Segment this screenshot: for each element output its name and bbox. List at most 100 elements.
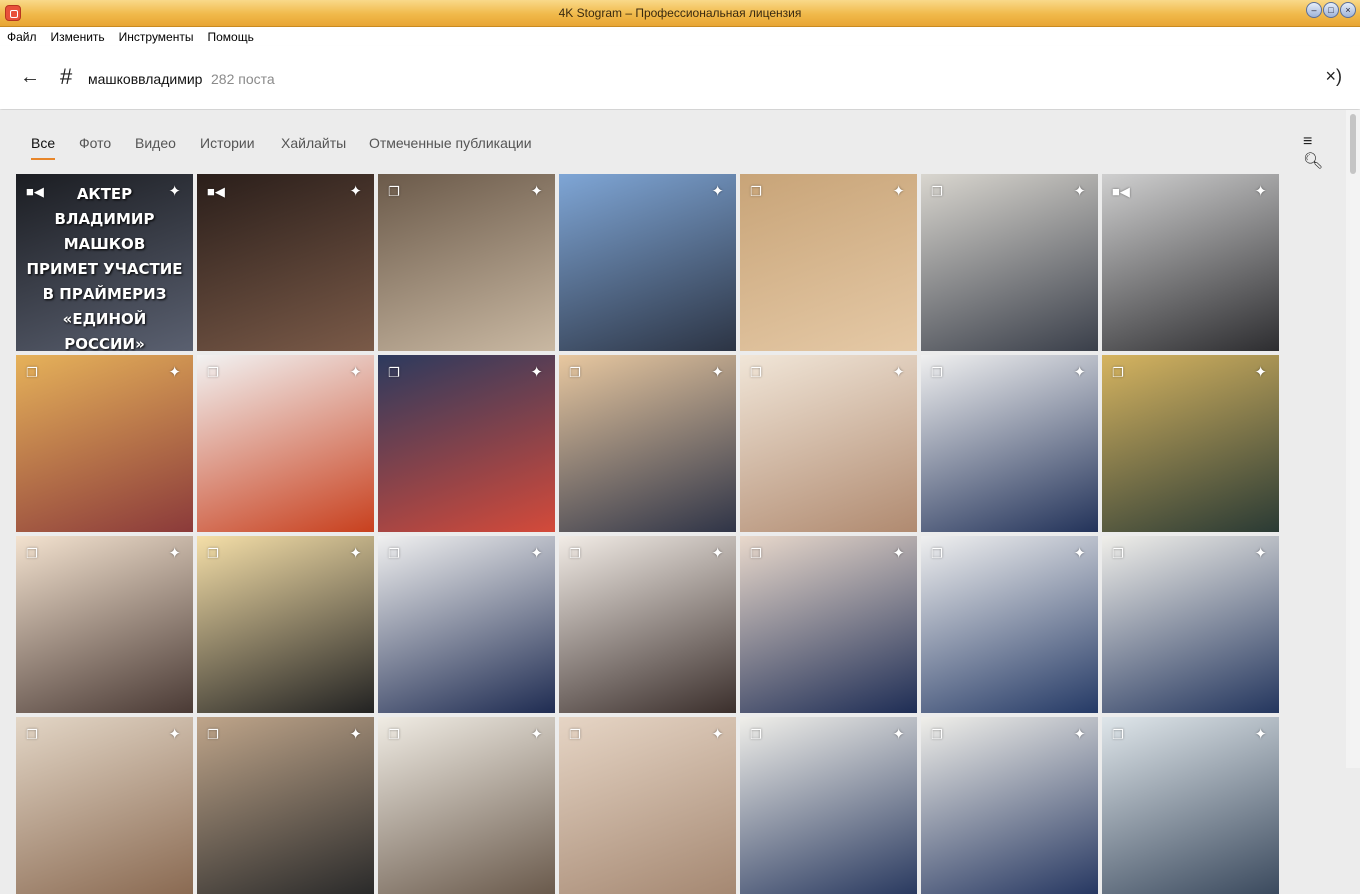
sparkle-icon[interactable]: ✦ [1254,363,1267,381]
post-thumbnail[interactable]: ❐ ✦ [559,355,736,532]
post-thumbnail[interactable]: ❐ ✦ [559,536,736,713]
post-thumbnail[interactable]: ❐ ✦ [197,355,374,532]
sparkle-icon[interactable]: ✦ [1073,725,1086,743]
post-thumbnail[interactable]: ❐ ✦ [378,174,555,351]
sparkle-icon[interactable]: ✦ [1254,544,1267,562]
album-icon: ❐ [569,365,581,380]
sparkle-icon[interactable]: ✦ [892,544,905,562]
close-window-button[interactable]: × [1340,2,1356,18]
active-tab-indicator [31,158,55,160]
sparkle-icon[interactable]: ✦ [1073,363,1086,381]
sparkle-icon[interactable]: ✦ [349,725,362,743]
album-icon: ❐ [931,727,943,742]
sparkle-icon[interactable]: ✦ [711,725,724,743]
post-thumbnail[interactable]: ❐ ✦ [16,355,193,532]
menu-file[interactable]: Файл [0,27,44,46]
post-thumbnail[interactable]: ❐ ✦ [740,536,917,713]
post-thumbnail[interactable]: ❐ ✦ [378,536,555,713]
album-icon: ❐ [388,546,400,561]
post-thumbnail[interactable]: ❐ ✦ [559,717,736,894]
menu-tools[interactable]: Инструменты [112,27,201,46]
window-title: 4K Stogram – Профессиональная лицензия [558,6,802,20]
sparkle-icon[interactable]: ✦ [168,544,181,562]
sparkle-icon[interactable]: ✦ [530,363,543,381]
sparkle-icon[interactable]: ✦ [530,544,543,562]
sparkle-icon[interactable]: ✦ [349,544,362,562]
album-icon: ❐ [750,727,762,742]
sparkle-icon[interactable]: ✦ [1073,544,1086,562]
post-thumbnail[interactable]: ❐ ✦ [921,174,1098,351]
sparkle-icon[interactable]: ✦ [711,544,724,562]
post-thumbnail[interactable]: ❐ ✦ [197,536,374,713]
post-thumbnail[interactable]: ❐ ✦ [921,355,1098,532]
post-thumbnail[interactable]: ❐ ✦ [197,717,374,894]
post-thumbnail[interactable]: ❐ ✦ [378,717,555,894]
album-icon: ❐ [931,546,943,561]
post-thumbnail[interactable]: ■◀ ✦ [197,174,374,351]
album-icon: ❐ [207,727,219,742]
album-icon: ❐ [26,365,38,380]
title-bar: 4K Stogram – Профессиональная лицензия –… [0,0,1360,27]
sparkle-icon[interactable]: ✦ [530,182,543,200]
sparkle-icon[interactable]: ✦ [892,363,905,381]
menu-edit[interactable]: Изменить [44,27,112,46]
back-arrow-icon[interactable]: ← [20,66,42,88]
album-icon: ❐ [1112,727,1124,742]
sparkle-icon[interactable]: ✦ [168,363,181,381]
sparkle-icon[interactable]: ✦ [892,725,905,743]
post-thumbnail[interactable]: ❐ ✦ [921,717,1098,894]
sparkle-icon[interactable]: ✦ [349,363,362,381]
hashtag-name: машковвладимир [88,71,203,87]
tab-stories[interactable]: Истории [200,135,255,151]
post-thumbnail[interactable]: ❐ ✦ [1102,536,1279,713]
sparkle-icon[interactable]: ✦ [1254,182,1267,200]
album-icon: ❐ [1112,365,1124,380]
sparkle-icon[interactable]: ✦ [1254,725,1267,743]
post-thumbnail[interactable]: ❐ ✦ [1102,355,1279,532]
sparkle-icon[interactable]: ✦ [711,182,724,200]
album-icon: ❐ [931,184,943,199]
post-thumbnail[interactable]: ❐ ✦ [740,174,917,351]
filter-search-icon[interactable]: ≡🔍︎ [1303,133,1327,170]
post-thumbnail[interactable]: ■◀ ✦ АКТЕР ВЛАДИМИР МАШКОВ ПРИМЕТ УЧАСТИЕ … [16,174,193,351]
album-icon: ❐ [1112,546,1124,561]
album-icon: ❐ [26,546,38,561]
scrollbar[interactable] [1346,110,1360,768]
album-icon: ❐ [388,184,400,199]
menu-help[interactable]: Помощь [200,27,260,46]
tab-photo[interactable]: Фото [79,135,111,151]
post-thumbnail[interactable]: ❐ ✦ [921,536,1098,713]
post-thumbnail[interactable]: ❐ ✦ [740,355,917,532]
post-thumbnail[interactable]: ❐ ✦ [378,355,555,532]
post-thumbnail[interactable]: ■◀ ✦ [1102,174,1279,351]
minimize-button[interactable]: – [1306,2,1322,18]
sparkle-icon[interactable]: ✦ [168,725,181,743]
tab-highlights[interactable]: Хайлайты [281,135,346,151]
post-thumbnail[interactable]: ✦ [559,174,736,351]
close-icon[interactable]: ×) [1325,66,1342,87]
post-thumbnail[interactable]: ❐ ✦ [740,717,917,894]
post-thumbnail[interactable]: ❐ ✦ [16,536,193,713]
album-icon: ❐ [388,365,400,380]
hashtag-icon: # [60,64,73,89]
sparkle-icon[interactable]: ✦ [892,182,905,200]
sparkle-icon[interactable]: ✦ [349,182,362,200]
video-camera-icon: ■◀ [207,184,225,199]
tab-tagged[interactable]: Отмеченные публикации [369,135,532,151]
album-icon: ❐ [569,727,581,742]
album-icon: ❐ [207,365,219,380]
post-count: 282 поста [211,71,275,87]
sparkle-icon[interactable]: ✦ [530,725,543,743]
album-icon: ❐ [750,184,762,199]
sparkle-icon[interactable]: ✦ [1073,182,1086,200]
sparkle-icon[interactable]: ✦ [711,363,724,381]
subscription-header: ← # машковвладимир 282 поста ×) [0,46,1360,109]
maximize-button[interactable]: □ [1323,2,1339,18]
scrollbar-thumb[interactable] [1350,114,1356,174]
post-caption-overlay: АКТЕР ВЛАДИМИР МАШКОВ ПРИМЕТ УЧАСТИЕ В П… [26,185,183,351]
album-icon: ❐ [569,546,581,561]
post-thumbnail[interactable]: ❐ ✦ [1102,717,1279,894]
tab-all[interactable]: Все [31,135,55,151]
post-thumbnail[interactable]: ❐ ✦ [16,717,193,894]
tab-video[interactable]: Видео [135,135,176,151]
